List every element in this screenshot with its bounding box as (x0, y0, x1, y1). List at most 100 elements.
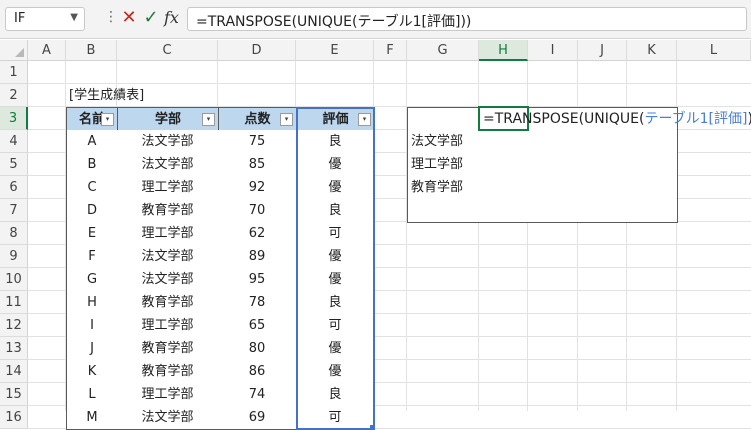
table-cell[interactable]: 教育学部 (117, 360, 219, 384)
summary-cell[interactable] (528, 176, 579, 200)
row-header-15[interactable]: 15 (0, 383, 28, 406)
table-cell[interactable]: 法文学部 (117, 268, 219, 292)
row-header-9[interactable]: 9 (0, 245, 28, 268)
row-header-7[interactable]: 7 (0, 199, 28, 222)
filter-dropdown-icon[interactable]: ▾ (358, 113, 371, 126)
formula-input[interactable]: =TRANSPOSE(UNIQUE(テーブル1[評価])) (187, 7, 747, 31)
table-cell[interactable]: 法文学部 (117, 153, 219, 177)
column-header-h[interactable]: H (479, 40, 528, 61)
table-cell[interactable]: 86 (218, 360, 297, 384)
table-cell[interactable]: 85 (218, 153, 297, 177)
row-header-10[interactable]: 10 (0, 268, 28, 291)
row-header-16[interactable]: 16 (0, 406, 28, 429)
table-cell[interactable]: 80 (218, 337, 297, 361)
table-cell[interactable]: 良 (296, 291, 375, 315)
summary-cell[interactable] (528, 153, 579, 177)
row-header-11[interactable]: 11 (0, 291, 28, 314)
table-cell[interactable]: 教育学部 (117, 291, 219, 315)
filter-dropdown-icon[interactable]: ▾ (101, 113, 114, 126)
summary-cell[interactable] (528, 130, 579, 154)
summary-cell[interactable] (479, 199, 529, 223)
table-cell[interactable]: 可 (296, 314, 375, 338)
table-cell[interactable]: 優 (296, 360, 375, 384)
table-cell[interactable]: 65 (218, 314, 297, 338)
table-cell[interactable]: H (66, 291, 118, 315)
column-header-d[interactable]: D (218, 40, 296, 61)
table-cell[interactable]: 良 (296, 199, 375, 223)
row-header-5[interactable]: 5 (0, 153, 28, 176)
summary-cell[interactable] (407, 199, 480, 223)
table-cell[interactable]: 95 (218, 268, 297, 292)
table-cell[interactable]: 良 (296, 383, 375, 407)
table-cell[interactable]: 可 (296, 406, 375, 430)
table-cell[interactable]: 理工学部 (117, 222, 219, 246)
row-header-8[interactable]: 8 (0, 222, 28, 245)
table-cell[interactable]: 75 (218, 130, 297, 154)
table-cell[interactable]: M (66, 406, 118, 430)
summary-cell[interactable] (627, 176, 678, 200)
table-cell[interactable]: 優 (296, 268, 375, 292)
table-cell[interactable]: 62 (218, 222, 297, 246)
table-cell[interactable]: F (66, 245, 118, 269)
enter-icon[interactable]: ✓ (142, 7, 160, 29)
filter-dropdown-icon[interactable]: ▾ (202, 113, 215, 126)
chevron-down-icon[interactable]: ▼ (70, 12, 78, 23)
table-cell[interactable]: I (66, 314, 118, 338)
select-all-button[interactable] (0, 40, 28, 61)
table-cell[interactable]: 理工学部 (117, 176, 219, 200)
row-header-3[interactable]: 3 (0, 107, 28, 130)
summary-cell[interactable] (627, 153, 678, 177)
column-header-b[interactable]: B (66, 40, 117, 61)
summary-cell[interactable] (479, 130, 529, 154)
table-cell[interactable]: 法文学部 (117, 130, 219, 154)
row-header-2[interactable]: 2 (0, 84, 28, 107)
resize-handle[interactable] (370, 425, 375, 430)
table-cell[interactable]: 優 (296, 176, 375, 200)
table-cell[interactable]: K (66, 360, 118, 384)
table-cell[interactable]: G (66, 268, 118, 292)
row-header-4[interactable]: 4 (0, 130, 28, 153)
summary-label[interactable]: 教育学部 (407, 176, 480, 200)
summary-cell[interactable] (578, 130, 628, 154)
table-cell[interactable]: 優 (296, 245, 375, 269)
summary-cell[interactable] (479, 153, 529, 177)
summary-cell[interactable] (578, 176, 628, 200)
spreadsheet-grid[interactable]: A B C D E F G H I J K L 1 2 3 4 5 6 7 8 9 10 11 12 13 14 15 16 [学生成績… (0, 40, 751, 430)
active-cell-h3[interactable]: =TRANSPOSE(UNIQUE(テーブル1[評価])) (478, 106, 751, 131)
table-cell[interactable]: 74 (218, 383, 297, 407)
summary-cell[interactable] (627, 199, 678, 223)
table-cell[interactable]: J (66, 337, 118, 361)
column-header-k[interactable]: K (627, 40, 677, 61)
table-cell[interactable]: C (66, 176, 118, 200)
table-cell[interactable]: 可 (296, 222, 375, 246)
table-cell[interactable]: A (66, 130, 118, 154)
column-header-g[interactable]: G (407, 40, 479, 61)
table-cell[interactable]: 理工学部 (117, 383, 219, 407)
table-cell[interactable]: 教育学部 (117, 337, 219, 361)
table-cell[interactable]: 89 (218, 245, 297, 269)
row-header-12[interactable]: 12 (0, 314, 28, 337)
column-header-c[interactable]: C (117, 40, 218, 61)
summary-cell[interactable] (528, 199, 579, 223)
table-header-faculty[interactable]: 学部 ▾ (117, 107, 219, 131)
row-header-14[interactable]: 14 (0, 360, 28, 383)
table-cell[interactable]: 70 (218, 199, 297, 223)
table-cell[interactable]: 法文学部 (117, 245, 219, 269)
table-cell[interactable]: B (66, 153, 118, 177)
table-header-grade[interactable]: 評価 ▾ (296, 107, 375, 131)
summary-label[interactable]: 理工学部 (407, 153, 480, 177)
name-box[interactable]: IF ▼ (5, 7, 85, 31)
table-header-score[interactable]: 点数 ▾ (218, 107, 297, 131)
summary-cell[interactable] (578, 199, 628, 223)
row-header-13[interactable]: 13 (0, 337, 28, 360)
summary-cell[interactable] (479, 176, 529, 200)
column-header-j[interactable]: J (578, 40, 627, 61)
table-cell[interactable]: L (66, 383, 118, 407)
table-cell[interactable]: 優 (296, 337, 375, 361)
cancel-icon[interactable]: ✕ (120, 7, 138, 29)
row-header-6[interactable]: 6 (0, 176, 28, 199)
column-header-f[interactable]: F (374, 40, 407, 61)
summary-label[interactable]: 法文学部 (407, 130, 480, 154)
table-cell[interactable]: 優 (296, 153, 375, 177)
summary-cell[interactable] (627, 130, 678, 154)
